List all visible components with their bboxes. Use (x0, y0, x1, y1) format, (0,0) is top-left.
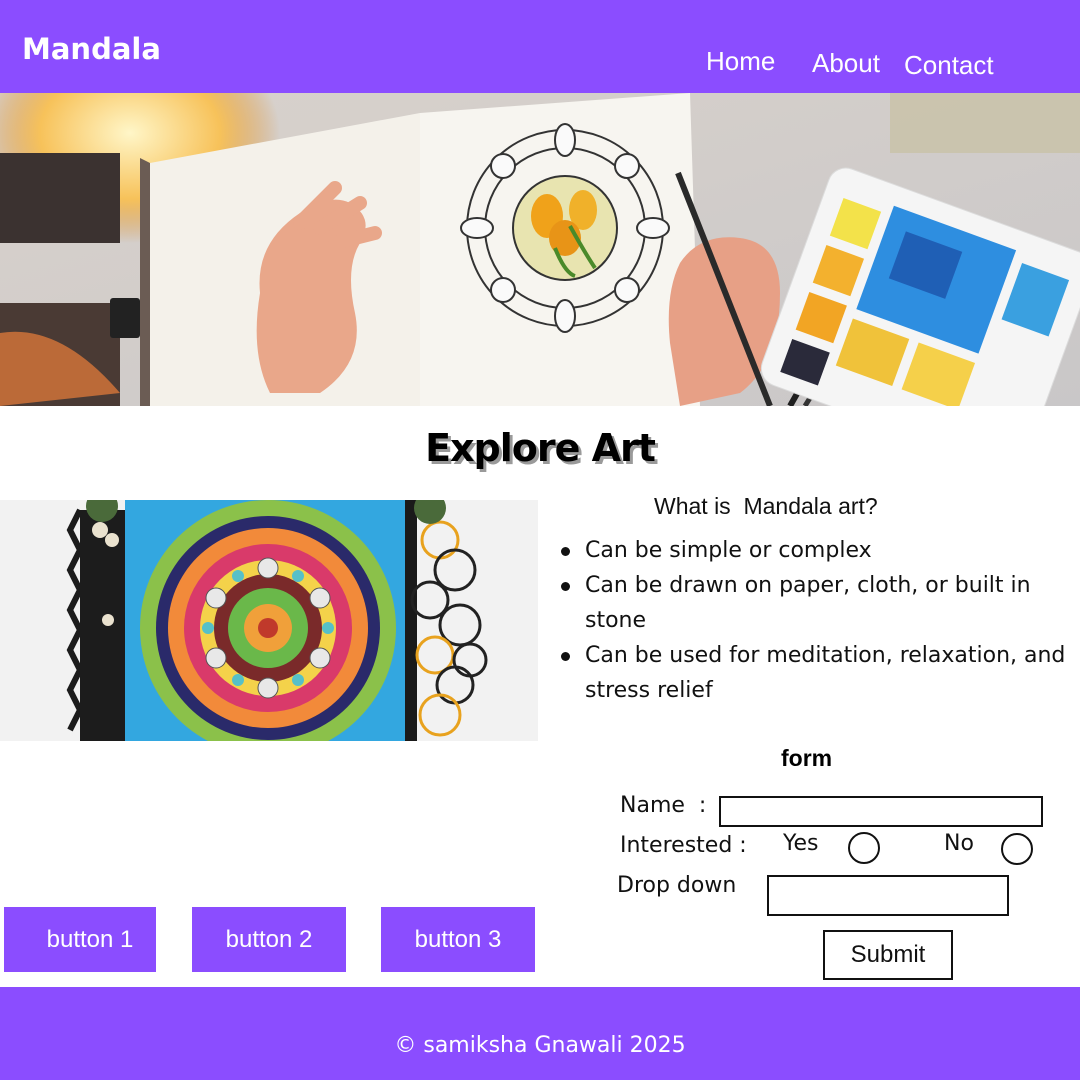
list-item: Can be drawn on paper, cloth, or built i… (560, 568, 1080, 638)
page-title: Explore Art (425, 426, 656, 470)
brand-logo-text[interactable]: Mandala (22, 32, 161, 66)
nav-link-home[interactable]: Home (706, 46, 775, 77)
name-input[interactable] (719, 796, 1043, 827)
name-label: Name : (620, 793, 707, 818)
no-label: No (944, 831, 974, 856)
submit-button[interactable]: Submit (823, 930, 953, 980)
interested-label: Interested : (620, 833, 747, 858)
mandala-artwork-image (0, 500, 538, 741)
list-item: Can be used for meditation, relaxation, … (560, 638, 1080, 708)
hero-image (0, 93, 1080, 406)
yes-radio[interactable] (848, 832, 880, 864)
dropdown-label: Drop down (617, 873, 737, 898)
hero-mandala-drawing-illustration (0, 93, 1080, 406)
list-item: Can be simple or complex (560, 533, 1080, 568)
info-list: Can be simple or complex Can be drawn on… (560, 533, 1080, 708)
form-title: form (781, 745, 833, 771)
info-heading: What is Mandala art? (654, 493, 878, 519)
dropdown-select[interactable] (767, 875, 1009, 916)
site-footer: © samiksha Gnawali 2025 (0, 987, 1080, 1080)
nav-link-about[interactable]: About (812, 48, 880, 79)
yes-label: Yes (783, 831, 819, 856)
button-1[interactable]: button 1 (4, 907, 156, 972)
mandala-painting-illustration (0, 500, 538, 741)
site-header: Mandala Home About Contact (0, 0, 1080, 93)
nav-link-contact[interactable]: Contact (904, 50, 994, 81)
button-2[interactable]: button 2 (192, 907, 346, 972)
no-radio[interactable] (1001, 833, 1033, 865)
button-3[interactable]: button 3 (381, 907, 535, 972)
footer-copyright: © samiksha Gnawali 2025 (394, 1033, 686, 1058)
